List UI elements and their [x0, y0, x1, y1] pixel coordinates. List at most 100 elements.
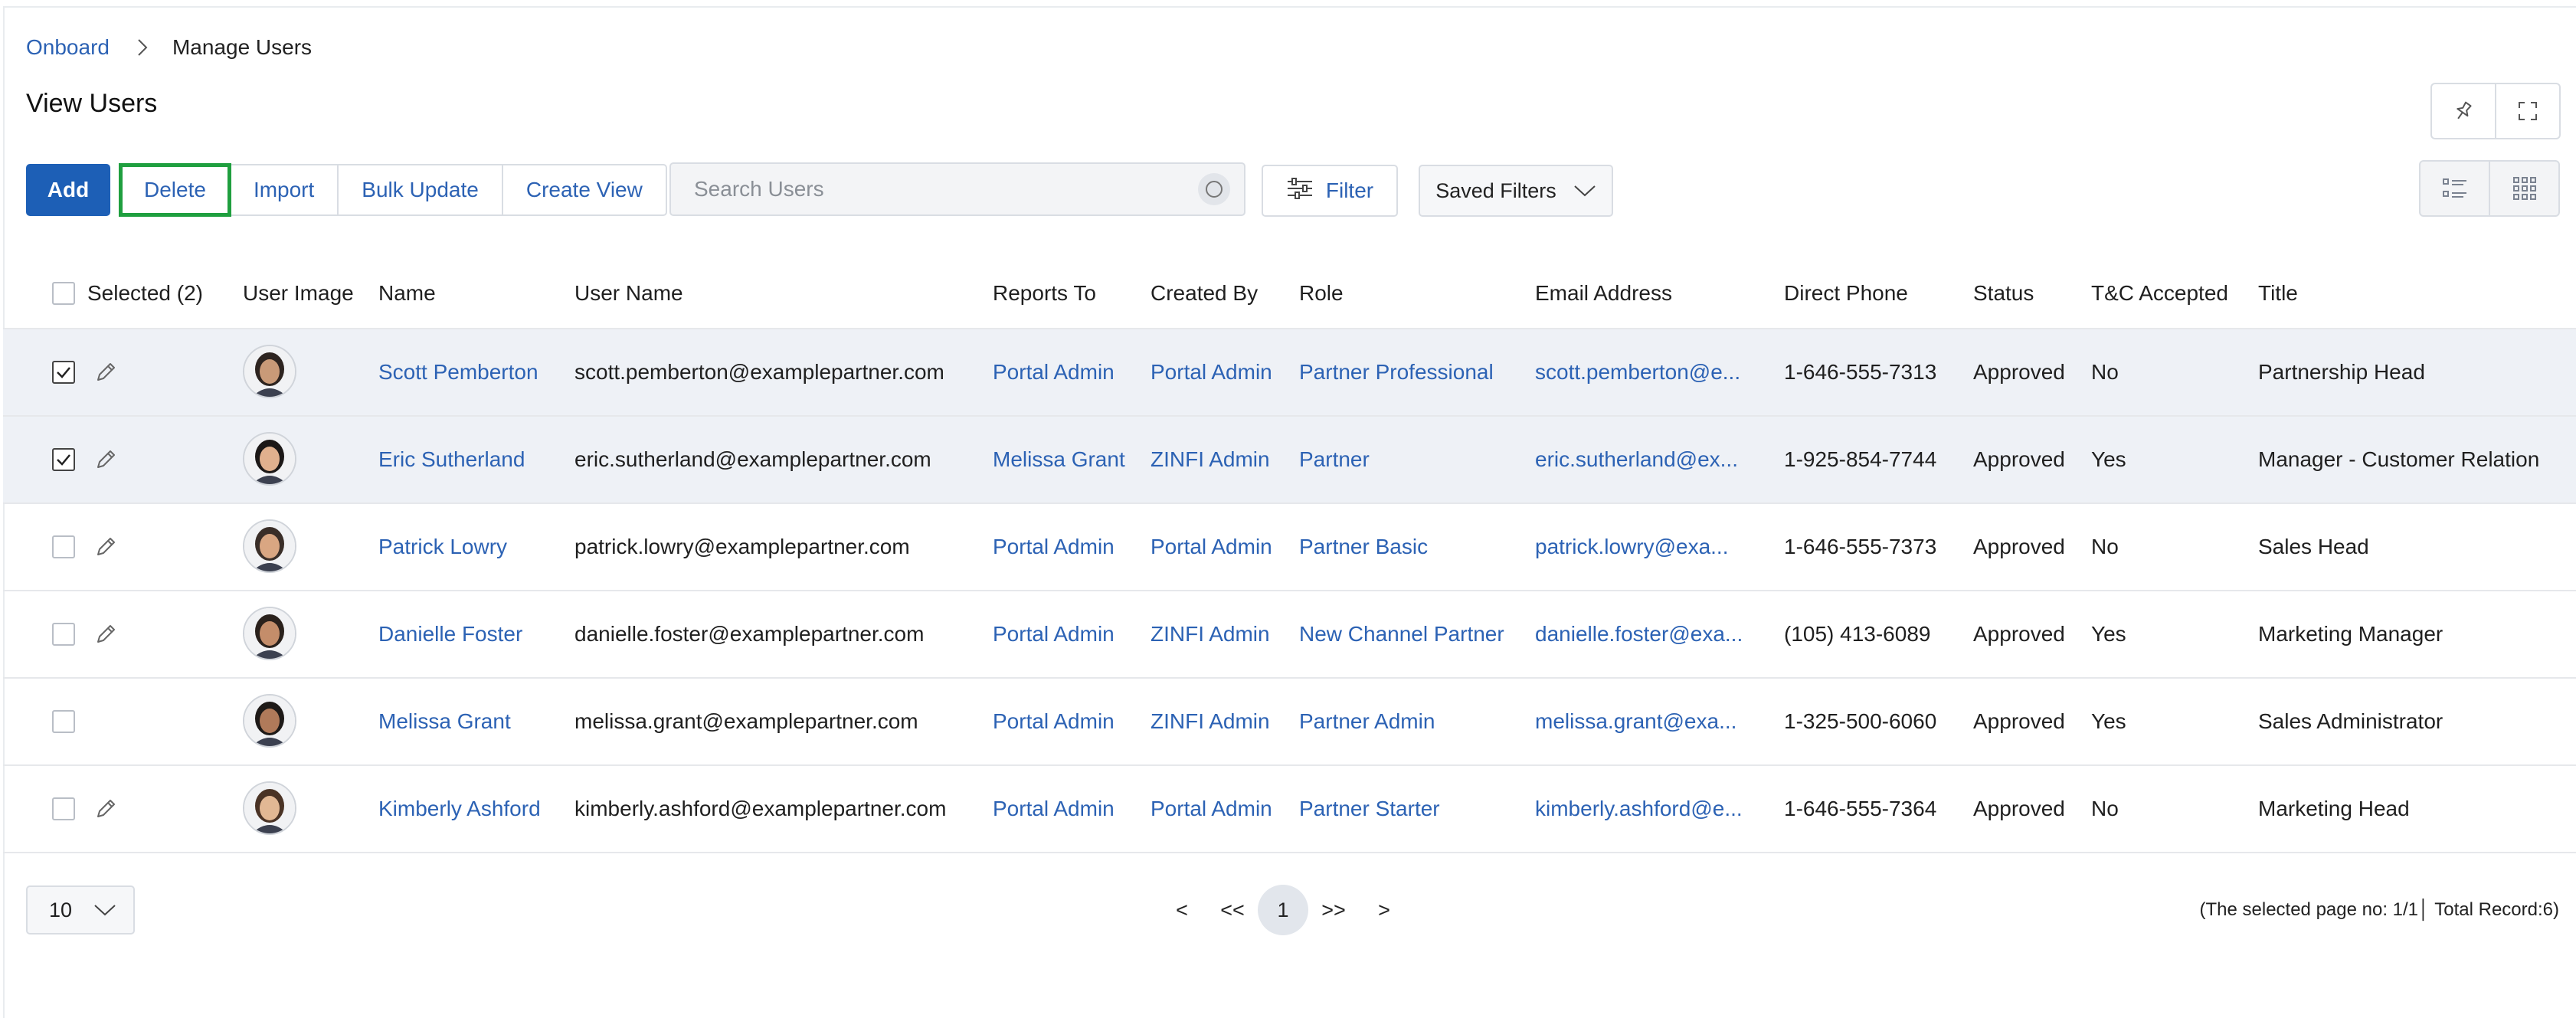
table-header: Selected (2) User Image Name User Name R… [3, 259, 2576, 329]
chevron-right-icon [133, 38, 152, 57]
role-link[interactable]: Partner Professional [1299, 360, 1494, 385]
row-checkbox[interactable] [52, 361, 75, 384]
cell-phone: 1-925-854-7744 [1784, 447, 1937, 471]
row-checkbox[interactable] [52, 623, 75, 646]
role-link[interactable]: Partner Basic [1299, 535, 1428, 559]
header-selected: Selected (2) [87, 281, 203, 305]
reports-to-link[interactable]: Portal Admin [993, 360, 1115, 385]
cell-title: Marketing Manager [2258, 622, 2443, 646]
avatar [243, 519, 296, 573]
first-page-button[interactable]: << [1207, 885, 1258, 935]
user-name-link[interactable]: Danielle Foster [378, 622, 522, 646]
chevron-down-icon [93, 899, 116, 922]
reports-to-link[interactable]: Portal Admin [993, 709, 1115, 734]
bulk-update-button[interactable]: Bulk Update [337, 165, 502, 214]
breadcrumb-current: Manage Users [172, 35, 313, 59]
reports-to-link[interactable]: Portal Admin [993, 535, 1115, 559]
header-tc-accepted[interactable]: T&C Accepted [2091, 281, 2228, 306]
email-link[interactable]: melissa.grant@exa... [1535, 709, 1736, 734]
role-link[interactable]: New Channel Partner [1299, 622, 1504, 646]
grid-view-icon[interactable] [2489, 162, 2558, 215]
avatar [243, 345, 296, 398]
email-link[interactable]: scott.pemberton@e... [1535, 360, 1740, 385]
prev-page-button[interactable]: < [1157, 885, 1207, 935]
user-name-link[interactable]: Kimberly Ashford [378, 797, 541, 821]
role-link[interactable]: Partner [1299, 447, 1370, 472]
user-name-link[interactable]: Eric Sutherland [378, 447, 525, 472]
row-checkbox[interactable] [52, 710, 75, 733]
header-status[interactable]: Status [1973, 281, 2034, 306]
cell-phone: 1-646-555-7313 [1784, 360, 1937, 384]
reports-to-link[interactable]: Portal Admin [993, 797, 1115, 821]
breadcrumb-onboard-link[interactable]: Onboard [26, 35, 110, 60]
edit-pencil-icon[interactable] [93, 447, 118, 477]
email-link[interactable]: patrick.lowry@exa... [1535, 535, 1729, 559]
header-email[interactable]: Email Address [1535, 281, 1672, 306]
pin-icon[interactable] [2432, 84, 2495, 138]
header-reports-to[interactable]: Reports To [993, 281, 1096, 306]
row-checkbox[interactable] [52, 797, 75, 820]
import-button[interactable]: Import [228, 165, 337, 214]
edit-pencil-icon[interactable] [93, 360, 118, 390]
header-role[interactable]: Role [1299, 281, 1344, 306]
cell-user-name: kimberly.ashford@examplepartner.com [574, 797, 947, 820]
header-phone[interactable]: Direct Phone [1784, 281, 1908, 306]
created-by-link[interactable]: Portal Admin [1151, 535, 1272, 559]
add-button[interactable]: Add [26, 164, 110, 216]
user-name-link[interactable]: Scott Pemberton [378, 360, 538, 385]
reports-to-link[interactable]: Portal Admin [993, 622, 1115, 646]
edit-pencil-icon[interactable] [93, 535, 118, 565]
reports-to-link[interactable]: Melissa Grant [993, 447, 1125, 472]
header-name[interactable]: Name [378, 281, 436, 306]
user-name-link[interactable]: Melissa Grant [378, 709, 511, 734]
saved-filters-dropdown[interactable]: Saved Filters [1419, 165, 1613, 217]
list-view-icon[interactable] [2421, 162, 2489, 215]
select-all-checkbox[interactable] [52, 282, 75, 305]
cell-tc-accepted: No [2091, 797, 2119, 820]
row-checkbox[interactable] [52, 535, 75, 558]
cell-title: Marketing Head [2258, 797, 2410, 820]
next-page-button[interactable]: > [1359, 885, 1409, 935]
cell-title: Sales Administrator [2258, 709, 2443, 733]
table-row: Scott Pemberton scott.pemberton@examplepa… [3, 329, 2576, 417]
fullscreen-icon[interactable] [2495, 84, 2559, 138]
table-row: Danielle Foster danielle.foster@examplepa… [3, 591, 2576, 679]
created-by-link[interactable]: ZINFI Admin [1151, 622, 1270, 646]
search-icon[interactable] [1198, 173, 1230, 205]
cell-phone: 1-325-500-6060 [1784, 709, 1937, 733]
header-created-by[interactable]: Created By [1151, 281, 1258, 306]
role-link[interactable]: Partner Starter [1299, 797, 1440, 821]
toolbar: Add Delete Import Bulk Update Create Vie… [26, 162, 667, 218]
cell-title: Partnership Head [2258, 360, 2425, 384]
search-placeholder: Search Users [694, 177, 824, 201]
create-view-button[interactable]: Create View [501, 165, 666, 214]
header-user-name[interactable]: User Name [574, 281, 683, 306]
email-link[interactable]: eric.sutherland@ex... [1535, 447, 1738, 472]
created-by-link[interactable]: Portal Admin [1151, 797, 1272, 821]
created-by-link[interactable]: ZINFI Admin [1151, 447, 1270, 472]
role-link[interactable]: Partner Admin [1299, 709, 1435, 734]
delete-button[interactable]: Delete [119, 163, 231, 217]
current-page-button[interactable]: 1 [1258, 885, 1308, 935]
header-user-image: User Image [243, 281, 354, 305]
cell-status: Approved [1973, 797, 2065, 820]
cell-title: Sales Head [2258, 535, 2369, 558]
edit-pencil-icon[interactable] [93, 797, 118, 827]
cell-status: Approved [1973, 709, 2065, 733]
row-checkbox[interactable] [52, 448, 75, 471]
email-link[interactable]: danielle.foster@exa... [1535, 622, 1743, 646]
search-input[interactable]: Search Users [669, 162, 1245, 216]
last-page-button[interactable]: >> [1308, 885, 1359, 935]
created-by-link[interactable]: Portal Admin [1151, 360, 1272, 385]
user-name-link[interactable]: Patrick Lowry [378, 535, 507, 559]
chevron-down-icon [1573, 179, 1596, 203]
header-title[interactable]: Title [2258, 281, 2298, 306]
created-by-link[interactable]: ZINFI Admin [1151, 709, 1270, 734]
page-size-select[interactable]: 10 [26, 885, 135, 935]
email-link[interactable]: kimberly.ashford@e... [1535, 797, 1743, 821]
cell-status: Approved [1973, 447, 2065, 471]
edit-pencil-icon[interactable] [93, 622, 118, 652]
cell-tc-accepted: Yes [2091, 709, 2126, 733]
cell-title: Manager - Customer Relation [2258, 447, 2540, 471]
filter-button[interactable]: Filter [1262, 165, 1398, 217]
